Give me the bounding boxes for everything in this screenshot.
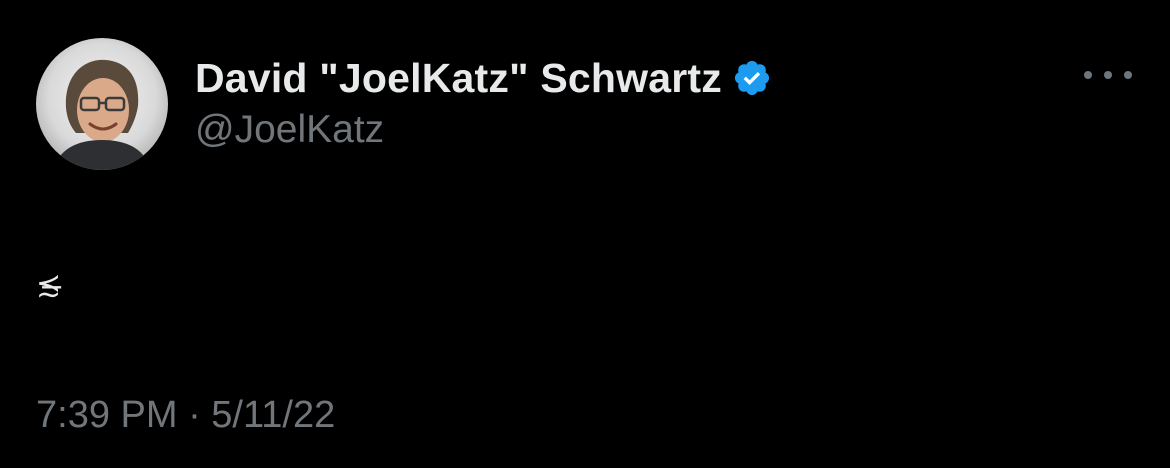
author-display-name[interactable]: David "JoelKatz" Schwartz bbox=[195, 55, 722, 102]
more-options-icon[interactable] bbox=[1084, 62, 1132, 88]
more-dot bbox=[1104, 71, 1112, 79]
tweet-card: David "JoelKatz" Schwartz @JoelKatz ≾̶ 7… bbox=[0, 0, 1170, 468]
verified-badge-icon[interactable] bbox=[732, 58, 772, 98]
avatar[interactable] bbox=[36, 38, 168, 170]
tweet-text: ≾̶ bbox=[36, 268, 62, 303]
author-name-row: David "JoelKatz" Schwartz bbox=[195, 52, 772, 104]
avatar-portrait-icon bbox=[54, 59, 150, 170]
more-dot bbox=[1124, 71, 1132, 79]
author-handle[interactable]: @JoelKatz bbox=[195, 108, 384, 152]
tweet-timestamp[interactable]: 7:39 PM · 5/11/22 bbox=[36, 394, 335, 437]
more-dot bbox=[1084, 71, 1092, 79]
